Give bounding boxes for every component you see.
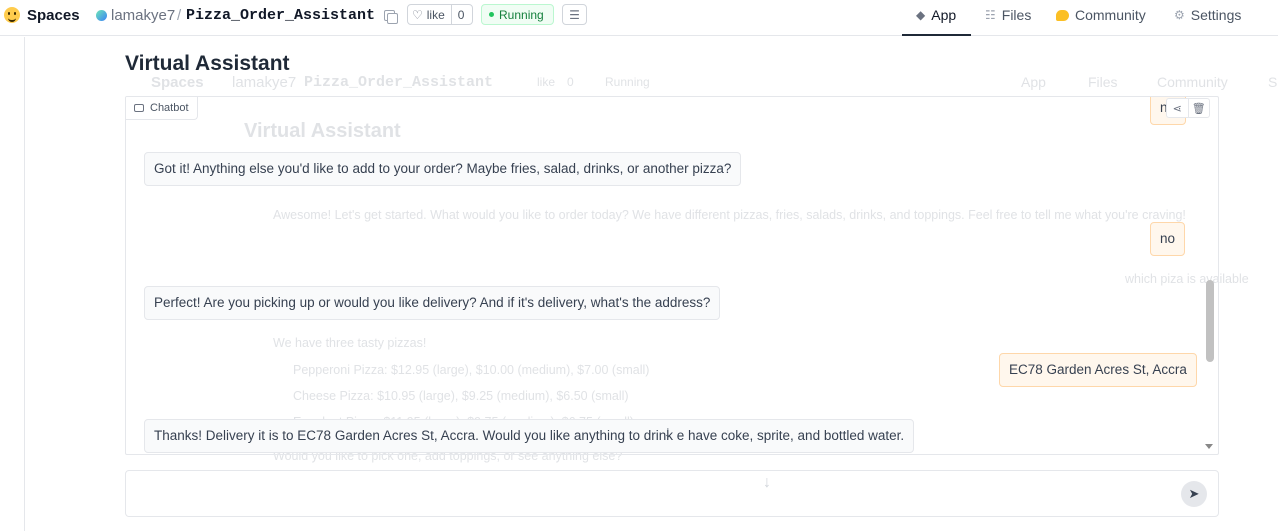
chat-bubble-icon [134,104,144,112]
share-icon[interactable]: ⋖ [1167,99,1188,117]
message-input[interactable] [136,483,1156,505]
tab-community-label: Community [1075,7,1146,23]
tab-settings[interactable]: ⚙ Settings [1174,0,1241,30]
owner-avatar-icon [96,0,107,30]
ghost-status: Running [605,75,650,89]
send-button[interactable]: ➤ [1181,481,1207,507]
like-label: like [426,7,445,22]
ghost-like-count: 0 [567,75,574,89]
user-message: no [1150,222,1186,256]
spaces-link[interactable]: Spaces [27,0,80,30]
copy-icon[interactable] [384,0,398,30]
tab-files[interactable]: ☷ Files [985,0,1031,30]
logs-menu-button[interactable]: ☰ [562,4,587,25]
community-icon [1056,9,1069,21]
left-border [24,37,25,531]
ghost-tab-settings: Se [1268,74,1278,90]
bot-message: Perfect! Are you picking up or would you… [144,286,721,320]
scroll-to-bottom-icon[interactable]: ↓ [664,424,672,442]
message-input-box[interactable] [125,470,1219,517]
owner-link[interactable]: lamakye7 [111,0,175,30]
ghost-tab-community: Community [1157,74,1228,90]
ghost-like: like [537,75,556,89]
path-separator: / [177,6,182,24]
tab-settings-label: Settings [1190,7,1242,23]
status-label: Running [499,7,544,22]
chatbot-label-text: Chatbot [150,102,189,114]
like-button[interactable]: ♡ like 0 [407,4,473,25]
huggingface-logo-icon[interactable] [4,0,24,30]
gear-icon: ⚙ [1174,8,1185,22]
heart-icon: ♡ [412,7,423,22]
ghost-tab-app: App [1021,74,1046,90]
ghost-arrow-icon: ↓ [763,474,771,491]
like-count: 0 [450,5,464,24]
list-icon: ☰ [569,7,580,22]
files-icon: ☷ [985,8,996,22]
ghost-tab-files: Files [1088,74,1118,90]
tab-app[interactable]: ◆ App [916,0,956,30]
ghost-repo: Pizza_Order_Assistant [304,74,494,91]
top-navbar: Spaces lamakye7 / Pizza_Order_Assistant … [0,0,1278,36]
active-tab-indicator [902,34,971,36]
ghost-brand: Spaces [151,74,204,91]
page-title: Virtual Assistant [125,52,290,75]
cube-icon: ◆ [916,8,926,22]
repo-name-link[interactable]: Pizza_Order_Assistant [186,0,375,30]
chat-scrollbar[interactable] [1202,97,1216,454]
scroll-down-arrow-icon[interactable] [1205,444,1213,449]
tab-files-label: Files [1001,7,1032,23]
bot-message: Thanks! Delivery it is to EC78 Garden Ac… [144,419,915,453]
ghost-owner: lamakye7 [232,74,297,91]
status-dot-icon [489,12,494,17]
chatbot-panel[interactable]: Chatbot ⋖ 🗑 no Got it! Anything else you… [125,96,1219,455]
user-message: EC78 Garden Acres St, Accra [999,353,1197,387]
send-icon: ➤ [1188,486,1200,501]
tab-app-label: App [931,7,957,23]
bot-message: Got it! Anything else you'd like to add … [144,152,742,186]
chatbot-label: Chatbot [126,97,198,120]
scrollbar-thumb[interactable] [1206,280,1214,362]
tab-community[interactable]: Community [1056,0,1146,30]
status-badge[interactable]: Running [481,4,554,25]
